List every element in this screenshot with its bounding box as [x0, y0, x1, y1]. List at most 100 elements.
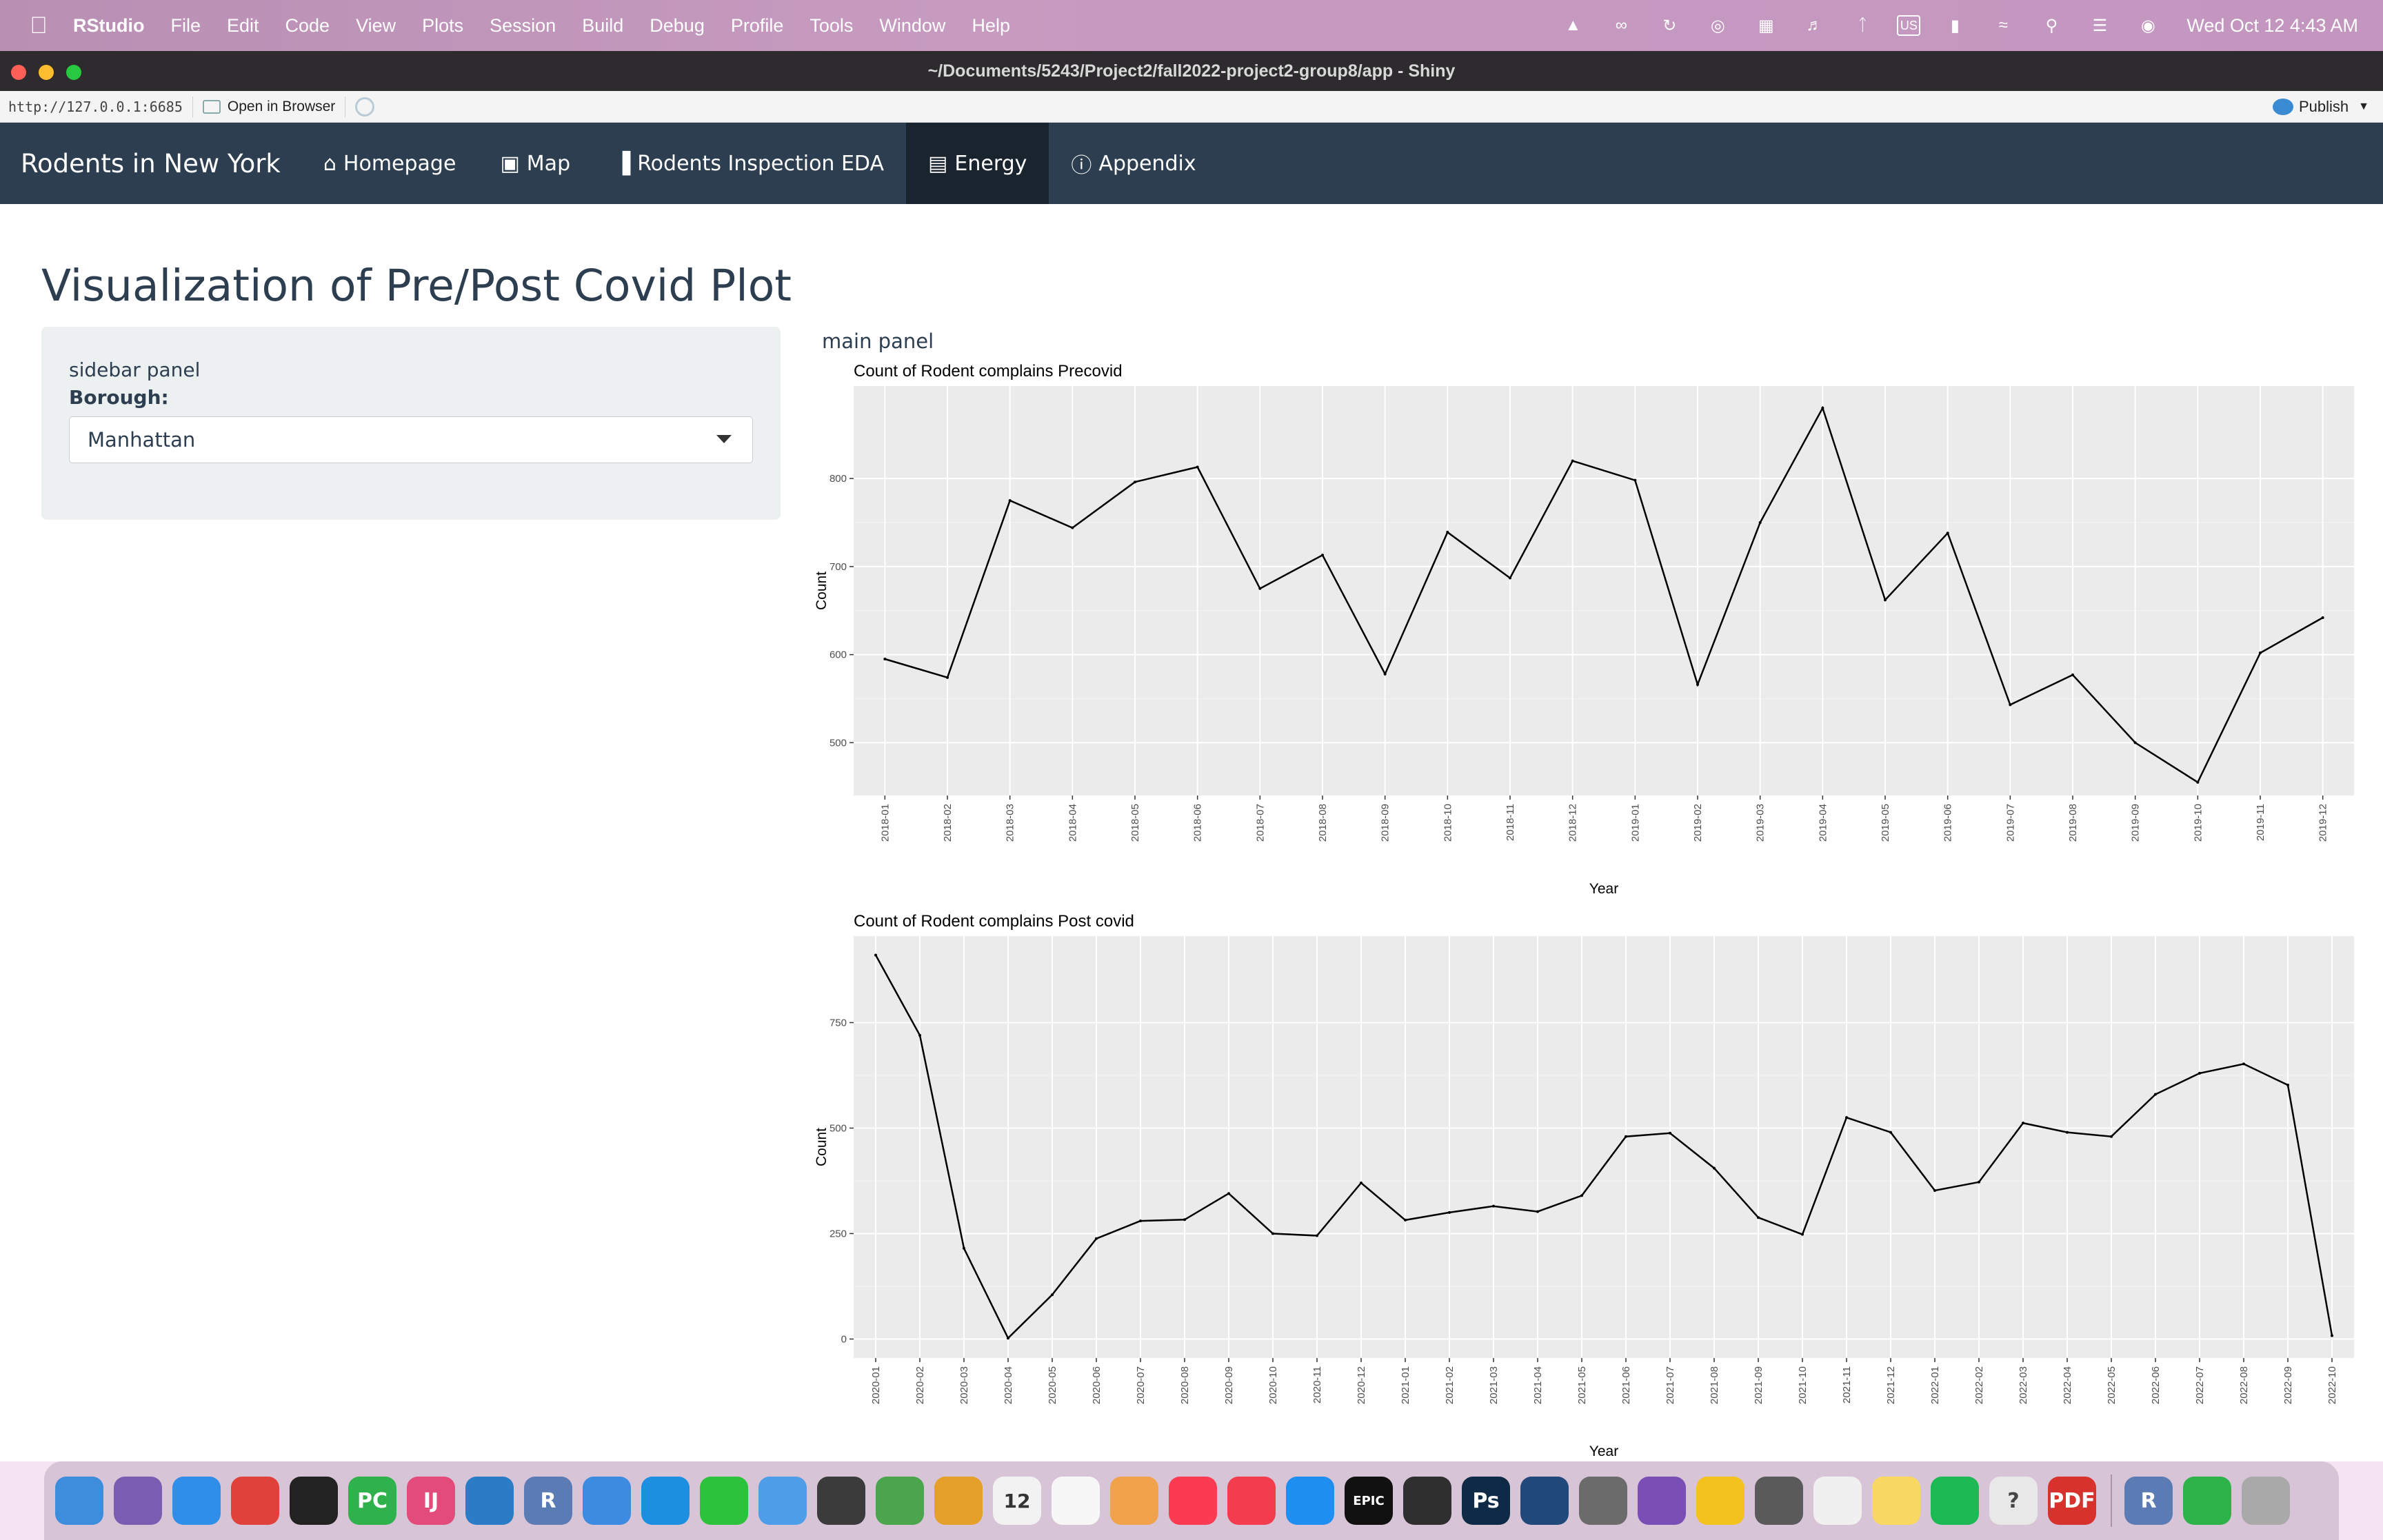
x-tick-label: 2018-05 [1129, 804, 1141, 842]
keyboard-layout-icon[interactable]: US [1897, 15, 1921, 36]
dock-finder-icon[interactable] [55, 1477, 103, 1525]
dock-terminal-icon[interactable] [290, 1477, 338, 1525]
postcovid-chart: Count of Rodent complains Post covid 0 250… [814, 912, 2354, 1459]
dock-maps-icon[interactable] [876, 1477, 924, 1525]
dock-photos-icon[interactable] [934, 1477, 983, 1525]
dock-vscode-icon[interactable] [465, 1477, 514, 1525]
dock-numbers-icon[interactable] [2183, 1477, 2231, 1525]
sync-icon[interactable]: ↻ [1656, 15, 1683, 36]
minimize-window-button[interactable] [39, 65, 54, 80]
x-tick-label: 2021-11 [1841, 1366, 1853, 1404]
dock-screen-icon[interactable] [1520, 1477, 1569, 1525]
zoom-window-button[interactable] [66, 65, 81, 80]
wechat-status-icon[interactable]: ◎ [1704, 15, 1731, 36]
dock-safari-icon[interactable] [172, 1477, 221, 1525]
x-axis-label: Year [1589, 881, 1618, 897]
plot-panel [854, 936, 2354, 1358]
dock-news-icon[interactable] [1227, 1477, 1276, 1525]
dock-reminders-icon[interactable] [1052, 1477, 1100, 1525]
plot-panel [854, 386, 2354, 796]
refresh-icon[interactable] [355, 97, 375, 116]
dock-cloud-icon[interactable] [1110, 1477, 1158, 1525]
tab-energy[interactable]: ▤ Energy [906, 123, 1049, 204]
dock-downloads-icon[interactable] [1638, 1477, 1686, 1525]
creative-cloud-icon[interactable]: ∞ [1607, 15, 1635, 36]
data-point [1978, 1180, 1980, 1184]
memory-icon[interactable]: ▦ [1752, 15, 1780, 36]
y-tick-label: 700 [829, 561, 847, 573]
dock-xcode-icon[interactable] [583, 1477, 631, 1525]
chevron-down-icon[interactable] [716, 435, 732, 443]
bluetooth-icon[interactable]: ᛏ [1849, 15, 1876, 36]
dock-docker-icon[interactable] [641, 1477, 690, 1525]
dock-unity-icon[interactable] [1403, 1477, 1451, 1525]
borough-select[interactable]: Manhattan [69, 416, 753, 463]
dock-drive-icon[interactable] [1696, 1477, 1744, 1525]
menu-rstudio[interactable]: RStudio [73, 15, 144, 37]
dock-divider [2111, 1475, 2112, 1527]
menu-debug[interactable]: Debug [650, 15, 705, 37]
dock-intellij-icon[interactable]: IJ [407, 1477, 455, 1525]
dock-system-preferences-icon[interactable] [1579, 1477, 1627, 1525]
menu-tools[interactable]: Tools [810, 15, 853, 37]
dock-help-icon[interactable]: ? [1989, 1477, 2038, 1525]
navbar-brand[interactable]: Rodents in New York [21, 149, 281, 179]
data-point [1889, 1131, 1892, 1134]
dock-pdf-icon[interactable]: PDF [2048, 1477, 2096, 1525]
menu-build[interactable]: Build [582, 15, 623, 37]
dock-mail-icon[interactable] [758, 1477, 807, 1525]
open-in-browser-button[interactable]: Open in Browser [202, 99, 335, 115]
dock-r-icon[interactable]: R [2124, 1477, 2173, 1525]
dock-tableau-icon[interactable] [1813, 1477, 1862, 1525]
x-tick-label: 2022-03 [2018, 1366, 2029, 1404]
control-center-icon[interactable]: ☰ [2086, 15, 2113, 36]
tab-homepage[interactable]: ⌂ Homepage [301, 123, 479, 204]
menu-code[interactable]: Code [285, 15, 330, 37]
tab-rodents-inspection-eda[interactable]: ▐ Rodents Inspection EDA [592, 123, 906, 204]
dock-pycharm-icon[interactable]: PC [348, 1477, 396, 1525]
dock-calendar-icon[interactable]: 12 [993, 1477, 1041, 1525]
dock-claquette-icon[interactable] [817, 1477, 865, 1525]
publish-label: Publish [2299, 97, 2349, 115]
home-icon: ⌂ [323, 151, 336, 176]
battery-icon[interactable]: ▮ [1941, 15, 1969, 36]
wifi-icon[interactable]: ≈ [1989, 15, 2017, 36]
dock-photoshop-icon[interactable]: Ps [1462, 1477, 1510, 1525]
data-point [2331, 1334, 2333, 1337]
menu-profile[interactable]: Profile [731, 15, 784, 37]
dock-appstore-icon[interactable] [1286, 1477, 1334, 1525]
dock-chrome-icon[interactable] [231, 1477, 279, 1525]
dock-robot-icon[interactable] [1755, 1477, 1803, 1525]
x-tick-label: 2021-12 [1885, 1366, 1897, 1404]
menu-window[interactable]: Window [879, 15, 945, 37]
menu-clock[interactable]: Wed Oct 12 4:43 AM [2186, 15, 2358, 37]
data-point [1845, 1116, 1848, 1119]
tab-appendix[interactable]: ⓘ Appendix [1049, 123, 1218, 204]
dock-notes-icon[interactable] [1872, 1477, 1920, 1525]
menu-plots[interactable]: Plots [422, 15, 463, 37]
triangle-icon[interactable]: ▲ [1559, 15, 1587, 36]
dock-wechat-icon[interactable] [700, 1477, 748, 1525]
data-point [2133, 741, 2137, 744]
chevron-down-icon[interactable]: ▼ [2358, 101, 2369, 113]
apple-icon[interactable]:  [25, 12, 52, 39]
x-tick-label: 2018-01 [879, 804, 891, 842]
dock-trash-icon[interactable] [2242, 1477, 2290, 1525]
menu-view[interactable]: View [356, 15, 396, 37]
menu-edit[interactable]: Edit [227, 15, 259, 37]
dock-spotify-icon[interactable] [1931, 1477, 1979, 1525]
close-window-button[interactable] [11, 65, 26, 80]
spotlight-search-icon[interactable]: ⚲ [2038, 15, 2065, 36]
dock-r-icon[interactable]: R [524, 1477, 572, 1525]
menu-session[interactable]: Session [490, 15, 556, 37]
tab-map[interactable]: ▣ Map [478, 123, 592, 204]
siri-icon[interactable]: ◉ [2134, 15, 2162, 36]
menu-help[interactable]: Help [972, 15, 1010, 37]
dock-music-icon[interactable] [1169, 1477, 1217, 1525]
dock-launchpad-icon[interactable] [114, 1477, 162, 1525]
x-tick-label: 2020-03 [958, 1366, 970, 1404]
publish-button[interactable]: Publish ▼ [2273, 98, 2369, 116]
menu-file[interactable]: File [170, 15, 201, 37]
volume-icon[interactable]: ♬ [1800, 15, 1828, 36]
dock-epic-games-icon[interactable]: EPIC [1345, 1477, 1393, 1525]
